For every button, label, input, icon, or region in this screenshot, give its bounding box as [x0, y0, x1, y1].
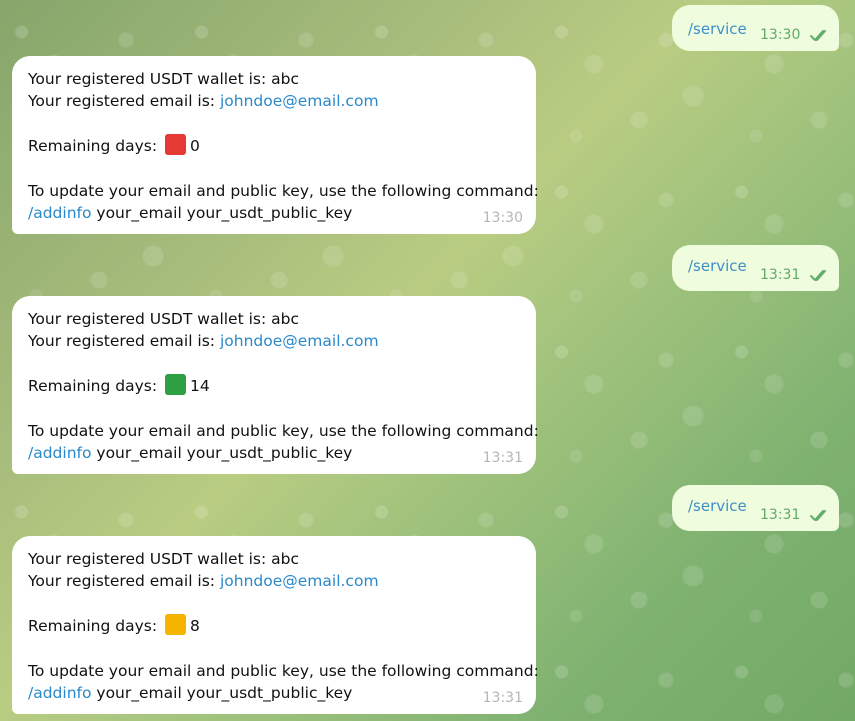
- outgoing-message[interactable]: /service 13:31: [672, 485, 839, 531]
- update-instruction: To update your email and public key, use…: [28, 182, 539, 200]
- remaining-days-line: Remaining days: 0: [28, 134, 200, 157]
- addinfo-command-link[interactable]: /addinfo: [28, 444, 91, 462]
- update-command-line: /addinfo your_email your_usdt_public_key: [28, 202, 352, 224]
- remaining-days-value: 14: [189, 377, 210, 395]
- message-time: 13:31: [760, 267, 801, 283]
- command-args: your_email your_usdt_public_key: [91, 684, 353, 702]
- wallet-line: Your registered USDT wallet is: abc: [28, 550, 299, 568]
- command-text: /service: [688, 20, 747, 38]
- update-command-line: /addinfo your_email your_usdt_public_key: [28, 442, 352, 464]
- message-time: 13:31: [482, 450, 523, 466]
- incoming-message[interactable]: Your registered USDT wallet is: abc Your…: [12, 56, 539, 234]
- wallet-line: Your registered USDT wallet is: abc: [28, 310, 299, 328]
- addinfo-command-link[interactable]: /addinfo: [28, 684, 91, 702]
- remaining-days-label: Remaining days:: [28, 617, 162, 635]
- addinfo-command-link[interactable]: /addinfo: [28, 204, 91, 222]
- double-check-icon: [810, 510, 826, 521]
- email-label: Your registered email is:: [28, 572, 220, 590]
- command-text: /service: [688, 257, 747, 275]
- wallet-line: Your registered USDT wallet is: abc: [28, 70, 299, 88]
- email-line: Your registered email is: johndoe@email.…: [28, 570, 379, 592]
- outgoing-message[interactable]: /service 13:31: [672, 245, 839, 291]
- remaining-days-value: 8: [189, 617, 200, 635]
- outgoing-message[interactable]: /service 13:30: [672, 5, 839, 51]
- remaining-days-line: Remaining days: 8: [28, 614, 200, 637]
- message-time: 13:30: [760, 27, 801, 43]
- update-command-line: /addinfo your_email your_usdt_public_key: [28, 682, 352, 704]
- message-time: 13:31: [760, 507, 801, 523]
- command-text: /service: [688, 497, 747, 515]
- email-line: Your registered email is: johndoe@email.…: [28, 90, 379, 112]
- command-args: your_email your_usdt_public_key: [91, 204, 353, 222]
- double-check-icon: [810, 270, 826, 281]
- email-label: Your registered email is:: [28, 92, 220, 110]
- red-square-icon: [164, 134, 186, 155]
- email-line: Your registered email is: johndoe@email.…: [28, 330, 379, 352]
- email-link[interactable]: johndoe@email.com: [220, 92, 379, 110]
- yellow-square-icon: [164, 614, 186, 635]
- email-label: Your registered email is:: [28, 332, 220, 350]
- update-instruction: To update your email and public key, use…: [28, 422, 539, 440]
- update-instruction: To update your email and public key, use…: [28, 662, 539, 680]
- email-link[interactable]: johndoe@email.com: [220, 332, 379, 350]
- message-time: 13:30: [482, 210, 523, 226]
- remaining-days-label: Remaining days:: [28, 137, 162, 155]
- double-check-icon: [810, 30, 826, 41]
- green-square-icon: [164, 374, 186, 395]
- remaining-days-value: 0: [189, 137, 200, 155]
- remaining-days-line: Remaining days: 14: [28, 374, 210, 397]
- incoming-message[interactable]: Your registered USDT wallet is: abc Your…: [12, 536, 539, 714]
- message-time: 13:31: [482, 690, 523, 706]
- email-link[interactable]: johndoe@email.com: [220, 572, 379, 590]
- remaining-days-label: Remaining days:: [28, 377, 162, 395]
- command-args: your_email your_usdt_public_key: [91, 444, 353, 462]
- incoming-message[interactable]: Your registered USDT wallet is: abc Your…: [12, 296, 539, 474]
